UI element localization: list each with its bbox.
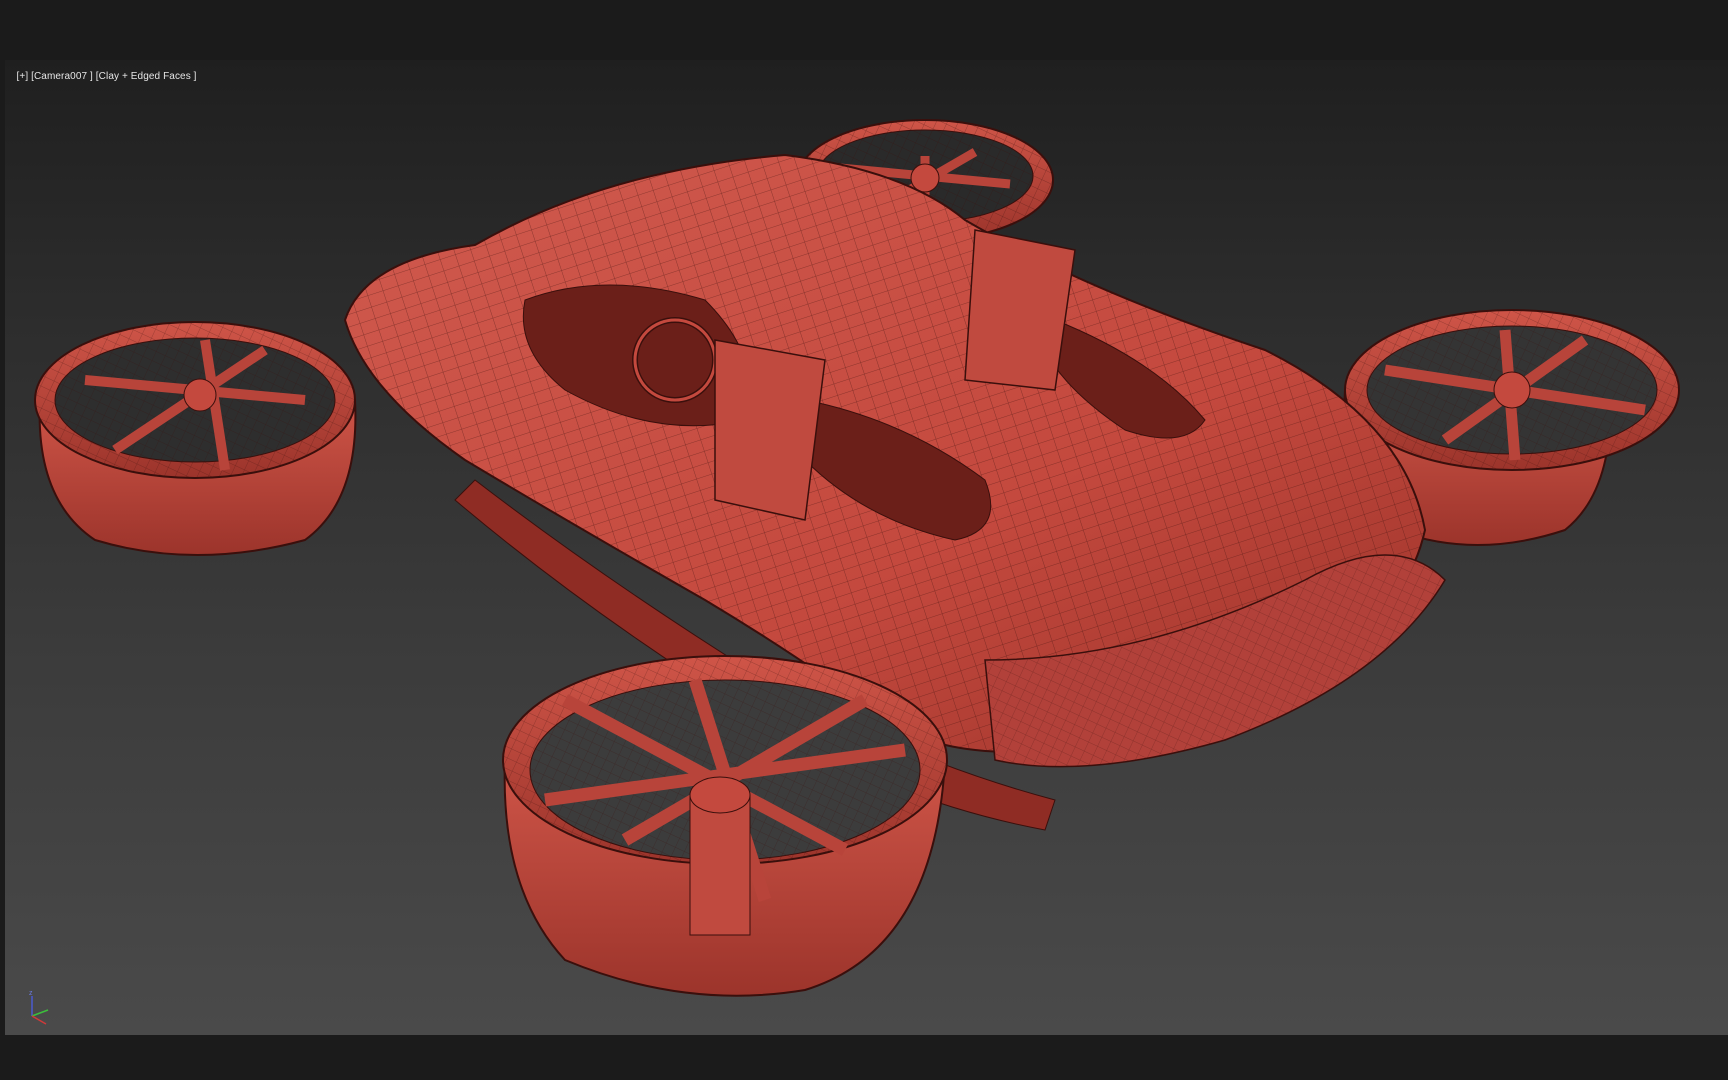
- rotor-left: [34, 321, 357, 556]
- viewport-bottom-border: [0, 1035, 1728, 1080]
- rotor-front-left: [502, 655, 948, 997]
- flying-car-model: [34, 119, 1680, 997]
- axis-tripod-icon: z: [29, 990, 49, 1025]
- viewport-perspective[interactable]: [+] [Camera007 ] [Clay + Edged Faces ] z: [5, 60, 1728, 1035]
- axis-z-label: z: [29, 990, 33, 997]
